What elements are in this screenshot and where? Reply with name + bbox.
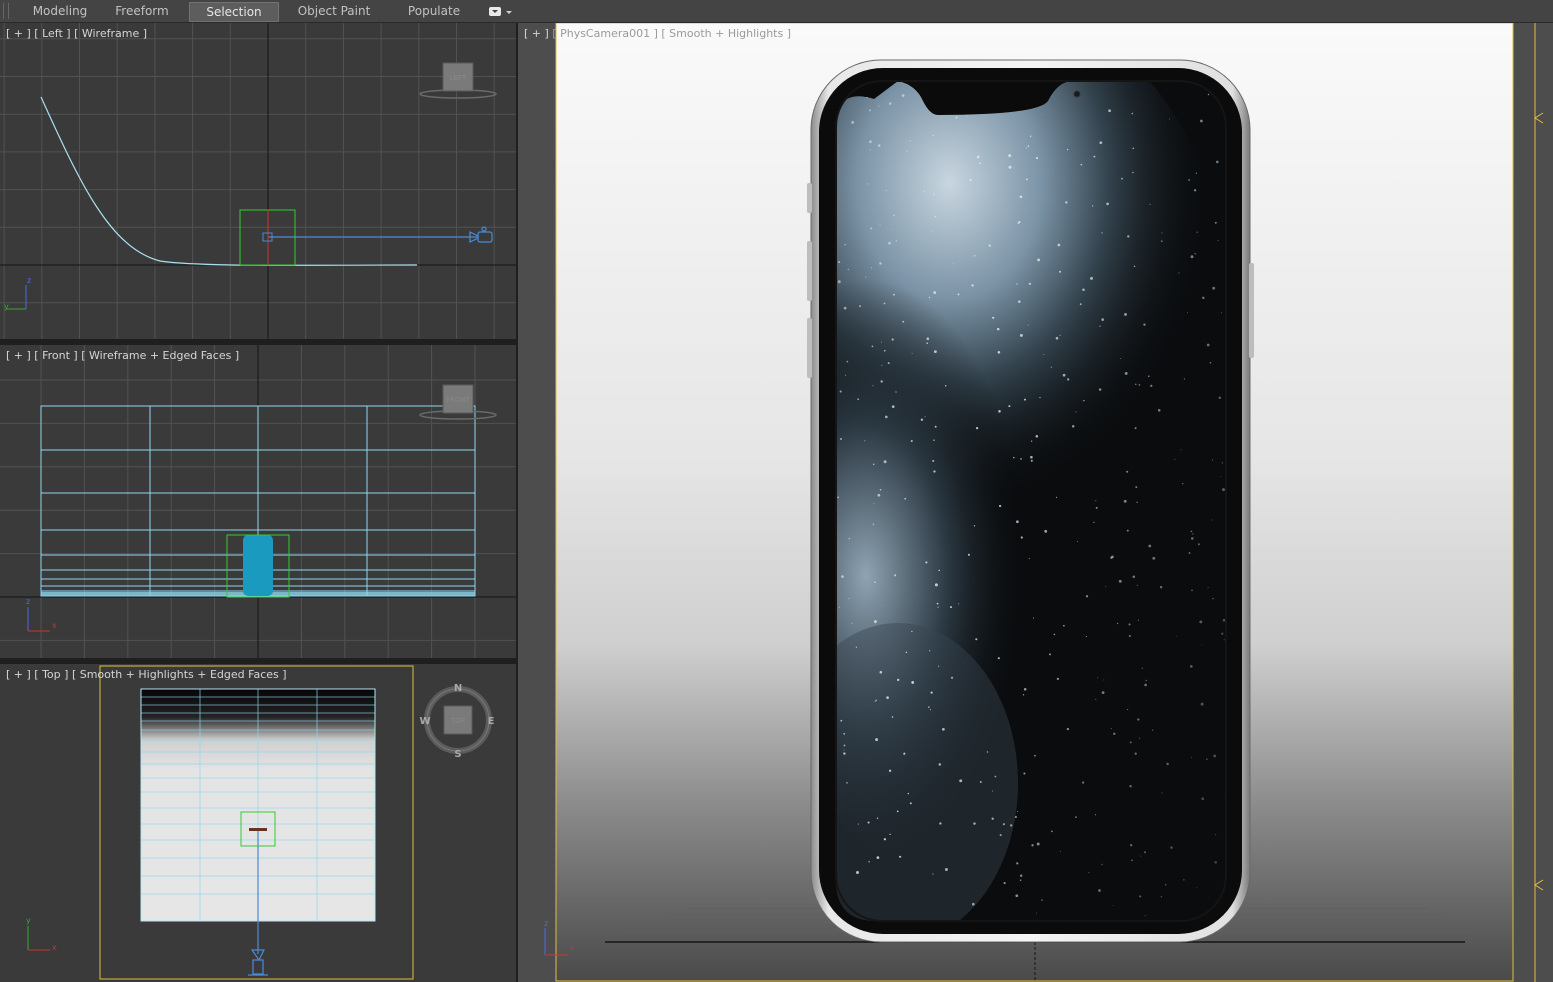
viewport-menu-plus[interactable]: [ + ]: [6, 27, 31, 40]
svg-text:S: S: [454, 749, 461, 760]
viewport-shading-mode[interactable]: [ Smooth + Highlights ]: [661, 27, 791, 40]
viewport-label-camera[interactable]: [ + ] [ PhysCamera001 ] [ Smooth + Highl…: [524, 27, 791, 40]
curve-profile: [40, 96, 418, 266]
viewport-point-of-view[interactable]: [ PhysCamera001 ]: [552, 27, 658, 40]
axis-tripod-left: z y: [4, 276, 31, 311]
viewport-left[interactable]: LEFT z y [ + ] [ Left ] [ Wireframe ]: [0, 23, 516, 339]
viewport-front[interactable]: FRONT z x [ + ] [ Front ] [ Wireframe + …: [0, 345, 516, 658]
viewport-shading-mode[interactable]: [ Wireframe + Edged Faces ]: [81, 349, 239, 362]
svg-text:y: y: [26, 916, 31, 925]
viewport-menu-plus[interactable]: [ + ]: [524, 27, 549, 40]
viewport-point-of-view[interactable]: [ Front ]: [34, 349, 77, 362]
svg-text:N: N: [454, 683, 462, 694]
viewport-menu-plus[interactable]: [ + ]: [6, 349, 31, 362]
viewport-shading-mode[interactable]: [ Wireframe ]: [74, 27, 147, 40]
viewport-label-front[interactable]: [ + ] [ Front ] [ Wireframe + Edged Face…: [6, 349, 239, 362]
svg-text:W: W: [419, 716, 430, 727]
svg-text:FRONT: FRONT: [446, 396, 471, 404]
svg-text:y: y: [4, 302, 9, 311]
svg-text:z: z: [27, 276, 31, 285]
viewport-label-left[interactable]: [ + ] [ Left ] [ Wireframe ]: [6, 27, 147, 40]
viewport-menu-plus[interactable]: [ + ]: [6, 668, 31, 681]
tab-modeling[interactable]: Modeling: [24, 2, 96, 20]
svg-text:LEFT: LEFT: [450, 74, 467, 82]
viewport-point-of-view[interactable]: [ Left ]: [34, 27, 70, 40]
dropdown-menu-icon[interactable]: [486, 4, 514, 18]
viewport-point-of-view[interactable]: [ Top ]: [34, 668, 68, 681]
axis-tripod-top: y x: [26, 916, 57, 952]
svg-text:z: z: [26, 597, 30, 606]
viewcube-left: LEFT: [419, 62, 497, 99]
tab-freeform[interactable]: Freeform: [106, 2, 178, 20]
camera-icon: [469, 226, 493, 243]
viewport-top[interactable]: TOP N S E W y x [ + ] [ Top ] [ Smooth +…: [0, 664, 516, 982]
svg-text:x: x: [52, 943, 57, 952]
svg-text:E: E: [488, 716, 495, 727]
tab-selection[interactable]: Selection: [189, 2, 279, 22]
viewport-camera[interactable]: z x [ + ] [ PhysCamera001 ] [ Smooth + H…: [518, 23, 1553, 982]
ribbon-tab-bar: Modeling Freeform Selection Object Paint…: [0, 0, 1553, 23]
svg-text:z: z: [544, 919, 548, 928]
tab-populate[interactable]: Populate: [398, 2, 470, 20]
tab-object-paint[interactable]: Object Paint: [290, 2, 378, 20]
svg-text:x: x: [570, 943, 575, 952]
viewcube-top-compass: TOP N S E W: [419, 683, 494, 760]
ribbon-grip-handle[interactable]: [3, 3, 9, 19]
svg-text:x: x: [52, 621, 57, 630]
phone-object: [243, 535, 273, 596]
viewport-label-top[interactable]: [ + ] [ Top ] [ Smooth + Highlights + Ed…: [6, 668, 287, 681]
viewport-shading-mode[interactable]: [ Smooth + Highlights + Edged Faces ]: [72, 668, 287, 681]
phone-model: [807, 59, 1254, 943]
svg-text:TOP: TOP: [450, 717, 465, 725]
